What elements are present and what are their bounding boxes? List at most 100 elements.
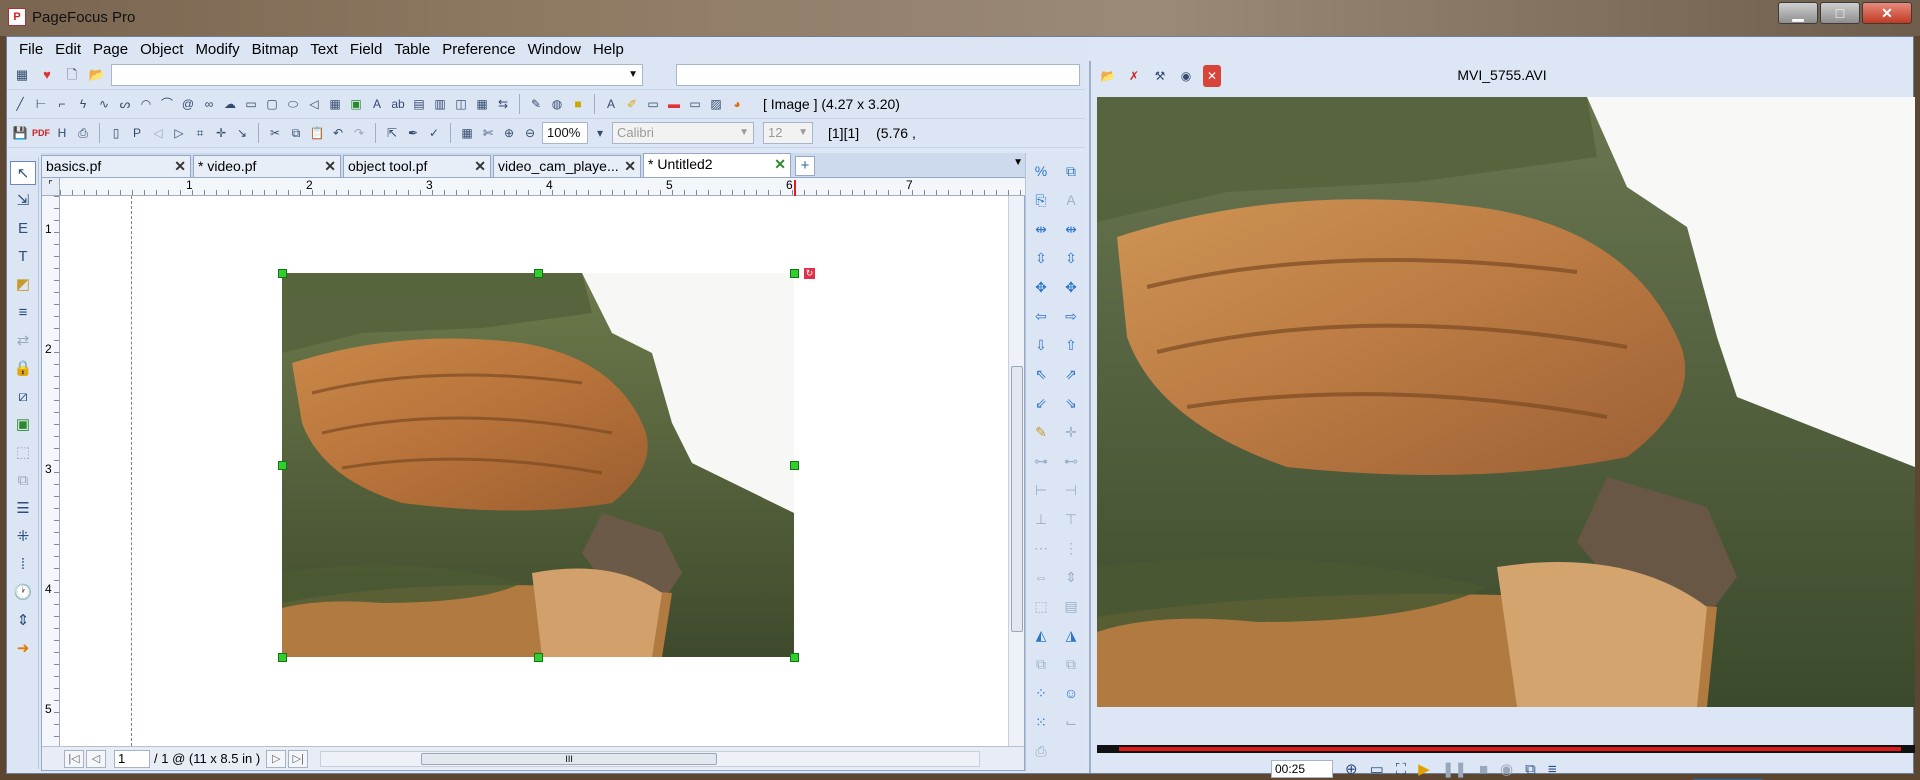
mirror-icon[interactable]: ◭ xyxy=(1026,621,1056,650)
stamp-icon[interactable]: ◫ xyxy=(452,93,470,115)
align-center-icon[interactable]: ⊥ xyxy=(1026,505,1056,534)
menu-edit[interactable]: Edit xyxy=(49,41,87,58)
rectangle-icon[interactable]: ▭ xyxy=(242,93,260,115)
goto-icon[interactable]: ↘ xyxy=(233,122,251,144)
shadow-icon[interactable]: ▭ xyxy=(686,93,704,115)
resize-box-icon[interactable]: ⧉ xyxy=(1056,157,1086,186)
grid-table-icon[interactable]: ▦ xyxy=(473,93,491,115)
resize-handle-ne[interactable] xyxy=(790,269,799,278)
arrow-sw-icon[interactable]: ⇙ xyxy=(1026,389,1056,418)
page-properties-icon[interactable]: P xyxy=(128,122,146,144)
close-icon[interactable]: ✕ xyxy=(774,156,786,173)
save-icon[interactable]: 💾 xyxy=(11,122,29,144)
lock-icon[interactable]: 🔒 xyxy=(10,357,36,381)
draw-pen-icon[interactable]: ✒ xyxy=(404,122,422,144)
grid-dots-icon[interactable]: ⁜ xyxy=(10,525,36,549)
arrow-ne-icon[interactable]: ⇗ xyxy=(1056,360,1086,389)
move-icon[interactable]: ✥ xyxy=(1056,273,1086,302)
arrow-nw-icon[interactable]: ⇖ xyxy=(1026,360,1056,389)
bezier-icon[interactable]: ᔕ xyxy=(116,93,134,115)
menu-text[interactable]: Text xyxy=(304,41,344,58)
zoom-in-icon[interactable]: ⊕ xyxy=(500,122,518,144)
space-h-icon[interactable]: ⋯ xyxy=(1026,534,1056,563)
menu-page[interactable]: Page xyxy=(87,41,134,58)
tab-video[interactable]: * video.pf ✕ xyxy=(193,155,341,177)
same-height-icon[interactable]: ⇕ xyxy=(1056,563,1086,592)
redo-icon[interactable]: ↷ xyxy=(350,122,368,144)
mirror-alt-icon[interactable]: ◮ xyxy=(1056,621,1086,650)
brush-icon[interactable]: ✎ xyxy=(527,93,545,115)
image-tool-icon[interactable]: ▣ xyxy=(10,413,36,437)
palette-icon[interactable]: ◕ xyxy=(728,93,746,115)
page-image-rock[interactable] xyxy=(282,273,794,657)
zigzag-line-icon[interactable]: ϟ xyxy=(74,93,92,115)
curve-icon[interactable]: ⌒ xyxy=(158,93,176,115)
text-a-icon[interactable]: A xyxy=(368,93,386,115)
menu-help[interactable]: Help xyxy=(587,41,630,58)
resize-handle-e[interactable] xyxy=(790,461,799,470)
menu-field[interactable]: Field xyxy=(344,41,389,58)
connector-icon[interactable]: ⌙ xyxy=(1056,708,1086,737)
align-icon[interactable]: ☰ xyxy=(10,497,36,521)
scissors-icon[interactable]: ✄ xyxy=(479,122,497,144)
node-edit-icon[interactable]: ⇲ xyxy=(10,189,36,213)
expand-icon[interactable]: ✥ xyxy=(1026,273,1056,302)
line-tool-icon[interactable]: ╱ xyxy=(11,93,29,115)
tab-basics[interactable]: basics.pf ✕ xyxy=(41,155,191,177)
barcode-icon[interactable]: ▥ xyxy=(431,93,449,115)
open-folder-icon[interactable]: 📂 xyxy=(1099,65,1117,87)
menu-file[interactable]: File xyxy=(13,41,49,58)
next-page-button[interactable]: ▷ xyxy=(266,749,287,768)
send-back-icon[interactable]: ⧉ xyxy=(1056,650,1086,679)
shapes-icon[interactable]: ◩ xyxy=(10,273,36,297)
group-icon[interactable]: ⧉ xyxy=(10,469,36,493)
flip-h-icon[interactable]: ⇹ xyxy=(1026,215,1056,244)
resize-handle-sw[interactable] xyxy=(278,653,287,662)
menu-table[interactable]: Table xyxy=(388,41,436,58)
fill-color-icon[interactable]: ■ xyxy=(569,93,587,115)
percent-icon[interactable]: % xyxy=(1026,157,1056,186)
align-right-icon[interactable]: ⊣ xyxy=(1056,476,1086,505)
fit-icon[interactable]: ✛ xyxy=(212,122,230,144)
tab-list-dropdown-icon[interactable]: ▼ xyxy=(1013,157,1023,168)
tab-video-cam-player[interactable]: video_cam_playe... ✕ xyxy=(493,155,641,177)
layer-icon[interactable]: ▨ xyxy=(707,93,725,115)
font-select[interactable]: Calibri ▼ xyxy=(612,122,754,144)
border-icon[interactable]: ▭ xyxy=(644,93,662,115)
resize-handle-n[interactable] xyxy=(534,269,543,278)
font-size-select[interactable]: 12 ▼ xyxy=(763,122,813,144)
arrow-left-icon[interactable]: ⇦ xyxy=(1026,302,1056,331)
rounded-rect-icon[interactable]: ▢ xyxy=(263,93,281,115)
spellcheck-icon[interactable]: ✓ xyxy=(425,122,443,144)
arrow-se-icon[interactable]: ⇘ xyxy=(1056,389,1086,418)
add-tab-button[interactable]: + xyxy=(795,156,815,176)
distribute-icon[interactable]: ⊶ xyxy=(1026,447,1056,476)
tab-untitled2[interactable]: * Untitled2 ✕ xyxy=(643,153,791,177)
first-page-button[interactable]: |◁ xyxy=(64,749,84,768)
fit-video-icon[interactable]: ⊕ xyxy=(1345,760,1358,778)
pattern-icon[interactable]: ◍ xyxy=(548,93,566,115)
rotate-handle-icon[interactable]: ↻ xyxy=(804,268,815,279)
frame-icon[interactable]: ⬚ xyxy=(10,441,36,465)
close-icon[interactable]: ✕ xyxy=(324,158,336,175)
textbox-icon[interactable]: ab xyxy=(389,93,407,115)
text-field-input[interactable] xyxy=(676,64,1080,86)
flip-v-icon[interactable]: ⇳ xyxy=(1026,244,1056,273)
connect-icon[interactable]: ⇄ xyxy=(10,329,36,353)
elbow-line-icon[interactable]: ⌐ xyxy=(53,93,71,115)
freehand-icon[interactable]: ∿ xyxy=(95,93,113,115)
format-painter-icon[interactable]: ⎘ xyxy=(1026,186,1056,215)
flip-v-alt-icon[interactable]: ⇳ xyxy=(1056,244,1086,273)
stop-icon[interactable]: ■ xyxy=(1479,761,1488,778)
close-icon[interactable]: ✕ xyxy=(174,158,186,175)
cloud-icon[interactable]: ☁ xyxy=(221,93,239,115)
resize-handle-nw[interactable] xyxy=(278,269,287,278)
prev-page-button[interactable]: ◁ xyxy=(86,749,106,768)
polyline-tool-icon[interactable]: ⊢ xyxy=(32,93,50,115)
minimize-button[interactable]: ▁ xyxy=(1778,2,1818,24)
image-icon[interactable]: ▣ xyxy=(347,93,365,115)
close-icon[interactable]: ✕ xyxy=(624,158,636,175)
line-color-icon[interactable]: ▬ xyxy=(665,93,683,115)
highlight-icon[interactable]: ✐ xyxy=(623,93,641,115)
ruler-origin-icon[interactable]: ⌜ xyxy=(42,178,60,196)
